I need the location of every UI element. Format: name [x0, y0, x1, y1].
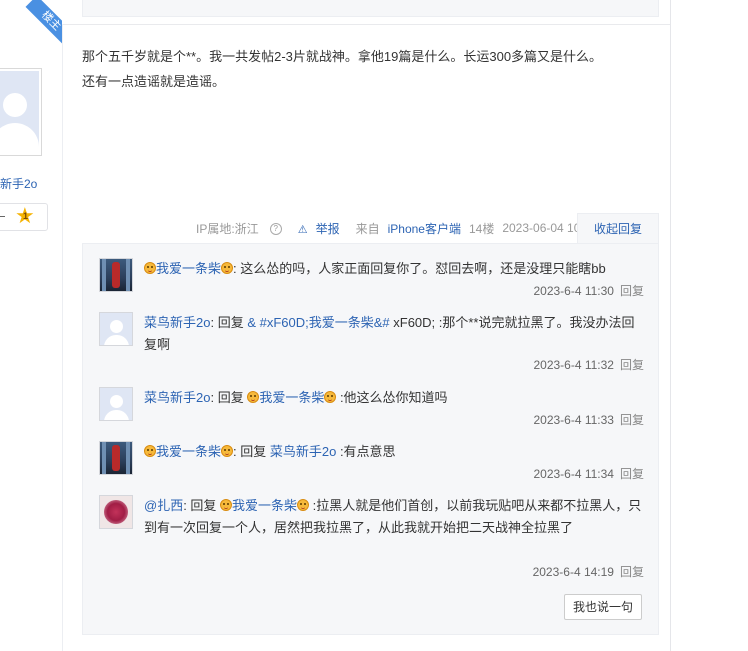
post-meta: IP属地:浙江? ⚠ 举报 来自 iPhone客户端 14楼 2023-06-04 … — [196, 218, 605, 238]
reply-button[interactable]: 回复 — [620, 284, 644, 298]
author-level-badge[interactable]: ★ 1 — [0, 203, 48, 231]
author-avatar[interactable] — [0, 68, 42, 156]
user-avatar[interactable] — [99, 495, 133, 529]
default-avatar-icon — [0, 71, 39, 153]
warning-icon: ⚠ — [297, 223, 308, 236]
post-line: 还有一点造谣就是造谣。 — [82, 74, 226, 89]
reply-time: 2023-6-4 11:32 — [533, 358, 614, 372]
op-ribbon-wrap: 楼主 — [0, 0, 62, 62]
reply-item: 菜鸟新手2o: 回复 我爱一条柴 :他这么怂你知道吗 2023-6-4 11:3… — [99, 387, 644, 427]
user-avatar[interactable] — [99, 441, 133, 475]
collapse-replies-button[interactable]: 收起回复 — [577, 213, 659, 245]
reply-item: @扎西: 回复 我爱一条柴 :拉黑人就是他们首创，以前我玩贴吧从来都不拉黑人，只… — [99, 495, 644, 579]
reply-target[interactable]: 菜鸟新手2o — [270, 444, 336, 459]
floor-number: 14楼 — [468, 221, 495, 236]
reply-time: 2023-6-4 14:19 — [532, 565, 614, 579]
client-info: 来自 iPhone客户端 — [355, 221, 461, 236]
reply-item: 我爱一条柴 : 回复 菜鸟新手2o :有点意思 2023-6-4 11:34 回复 — [99, 441, 644, 481]
reply-content: 我爱一条柴 : 这么怂的吗，人家正面回复你了。怼回去啊，还是没理只能瞎bb — [144, 258, 644, 280]
reply-username[interactable]: 我爱一条柴 — [156, 444, 221, 459]
reply-content: 菜鸟新手2o: 回复 & #xF60D;我爱一条柴&# xF60D; :那个**… — [144, 312, 644, 356]
reply-username[interactable]: 我爱一条柴 — [156, 261, 221, 276]
level-number: 1 — [23, 211, 29, 221]
reply-item: 我爱一条柴 : 这么怂的吗，人家正面回复你了。怼回去啊，还是没理只能瞎bb 202… — [99, 258, 644, 298]
author-username[interactable]: 新手2o — [0, 175, 40, 192]
reply-meta: 2023-6-4 11:32 回复 — [533, 356, 644, 373]
reply-text: : 这么怂的吗，人家正面回复你了。怼回去啊，还是没理只能瞎bb — [233, 261, 606, 276]
reply-username[interactable]: 菜鸟新手2o — [144, 390, 210, 405]
reply-meta: 2023-6-4 11:34 回复 — [533, 465, 644, 482]
smile-emoji-icon — [220, 499, 233, 511]
reply-button[interactable]: 回复 — [620, 358, 644, 372]
reply-username[interactable]: 菜鸟新手2o — [144, 315, 210, 330]
op-badge: 楼主 — [25, 0, 62, 47]
reply-button[interactable]: 回复 — [620, 413, 644, 427]
smile-emoji-icon — [144, 262, 156, 274]
reply-time: 2023-6-4 11:34 — [533, 467, 614, 481]
smile-emoji-icon — [221, 445, 234, 457]
smile-emoji-icon — [324, 391, 337, 403]
user-avatar[interactable] — [99, 258, 133, 292]
reply-time: 2023-6-4 11:33 — [533, 413, 614, 427]
level-divider — [0, 216, 5, 217]
floor-separator — [62, 24, 670, 25]
client-link[interactable]: iPhone客户端 — [388, 222, 461, 236]
add-comment-button[interactable]: 我也说一句 — [564, 594, 642, 620]
reply-meta: 2023-6-4 11:33 回复 — [533, 411, 644, 428]
reply-prefix: : 回复 — [210, 315, 248, 330]
reply-meta: 2023-6-4 11:30 回复 — [533, 282, 644, 299]
reply-content: @扎西: 回复 我爱一条柴 :拉黑人就是他们首创，以前我玩贴吧从来都不拉黑人，只… — [144, 495, 644, 539]
user-avatar[interactable] — [99, 312, 133, 346]
help-icon[interactable]: ? — [269, 223, 282, 236]
ip-location: IP属地:浙江? — [196, 220, 290, 237]
reply-prefix: : 回复 — [210, 390, 248, 405]
author-column: 新手2o ★ 1 — [0, 24, 63, 651]
reply-button[interactable]: 回复 — [620, 467, 644, 481]
reply-username[interactable]: @扎西 — [144, 498, 183, 513]
user-avatar[interactable] — [99, 387, 133, 421]
reply-item: 菜鸟新手2o: 回复 & #xF60D;我爱一条柴&# xF60D; :那个**… — [99, 312, 644, 372]
reply-list: 我爱一条柴 : 这么怂的吗，人家正面回复你了。怼回去啊，还是没理只能瞎bb 202… — [82, 243, 659, 635]
post-line: 那个五千岁就是个**。我一共发帖2-3片就战神。拿他19篇是什么。长运300多篇… — [82, 49, 603, 64]
smile-emoji-icon — [221, 262, 234, 274]
post-body: 那个五千岁就是个**。我一共发帖2-3片就战神。拿他19篇是什么。长运300多篇… — [82, 44, 652, 94]
reply-target[interactable]: & #xF60D;我爱一条柴&# — [247, 315, 389, 330]
reply-content: 我爱一条柴 : 回复 菜鸟新手2o :有点意思 — [144, 441, 644, 463]
reply-text: :有点意思 — [336, 444, 396, 459]
smile-emoji-icon — [144, 445, 156, 457]
reply-target[interactable]: 我爱一条柴 — [259, 390, 324, 405]
reply-prefix: : 回复 — [233, 444, 270, 459]
reply-content: 菜鸟新手2o: 回复 我爱一条柴 :他这么怂你知道吗 — [144, 387, 644, 409]
report-link[interactable]: ⚠ 举报 — [298, 220, 348, 237]
right-margin — [671, 0, 748, 651]
smile-emoji-icon — [247, 391, 260, 403]
reply-prefix: : 回复 — [183, 498, 221, 513]
smile-emoji-icon — [297, 499, 310, 511]
reply-time: 2023-6-4 11:30 — [533, 284, 614, 298]
reply-meta: 2023-6-4 14:19 回复 — [533, 563, 644, 580]
previous-reply-box — [82, 0, 659, 17]
reply-button[interactable]: 回复 — [620, 565, 644, 579]
reply-text: :他这么怂你知道吗 — [336, 390, 448, 405]
reply-target[interactable]: 我爱一条柴 — [232, 498, 297, 513]
